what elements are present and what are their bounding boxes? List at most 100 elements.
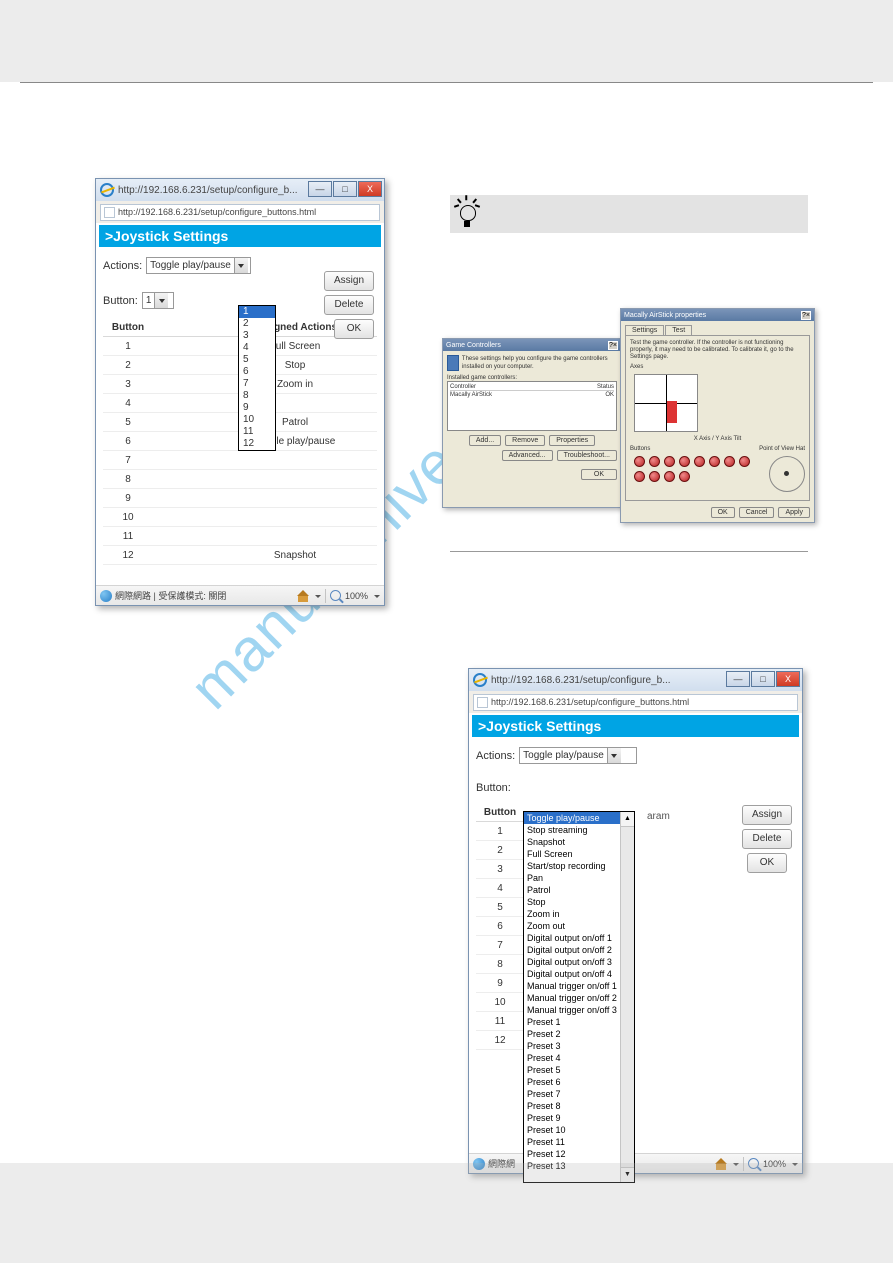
dialog-titlebar[interactable]: Macally AirStick properties ?× [621,309,814,321]
chevron-down-icon[interactable] [372,591,380,601]
remove-button[interactable]: Remove [505,435,545,446]
properties-button[interactable]: Properties [549,435,595,446]
dropdown-item[interactable]: Pan [524,872,620,884]
ok-button[interactable]: OK [711,507,735,518]
table-row[interactable]: 12 [476,1031,524,1050]
dropdown-item[interactable]: 10 [239,414,275,426]
dropdown-item[interactable]: Preset 4 [524,1052,620,1064]
titlebar[interactable]: http://192.168.6.231/setup/configure_b..… [469,669,802,691]
tab-settings[interactable]: Settings [625,325,664,335]
titlebar[interactable]: http://192.168.6.231/setup/configure_b..… [96,179,384,201]
ok-button[interactable]: OK [334,319,374,339]
dropdown-item[interactable]: 11 [239,426,275,438]
dropdown-item[interactable]: Toggle play/pause [524,812,620,824]
dropdown-item[interactable]: 7 [239,378,275,390]
add-button[interactable]: Add... [469,435,501,446]
chevron-down-icon[interactable] [313,591,321,601]
dropdown-item[interactable]: Preset 11 [524,1136,620,1148]
dropdown-item[interactable]: Preset 8 [524,1100,620,1112]
dropdown-item[interactable]: Preset 5 [524,1064,620,1076]
cancel-button[interactable]: Cancel [739,507,775,518]
scrollbar[interactable] [620,812,634,1182]
dialog-titlebar[interactable]: Game Controllers ?× [443,339,621,351]
dropdown-item[interactable]: Start/stop recording [524,860,620,872]
dropdown-item[interactable]: Patrol [524,884,620,896]
dropdown-item[interactable]: Preset 7 [524,1088,620,1100]
dropdown-item[interactable]: Preset 6 [524,1076,620,1088]
table-row[interactable]: 12Snapshot [103,546,377,565]
dropdown-item[interactable]: Preset 9 [524,1112,620,1124]
dropdown-item[interactable]: Preset 10 [524,1124,620,1136]
controller-list[interactable]: Controller Status Macally AirStick OK [447,381,617,431]
table-row[interactable]: 5 [476,898,524,917]
dropdown-item[interactable]: Digital output on/off 1 [524,932,620,944]
dropdown-item[interactable]: 4 [239,342,275,354]
dropdown-item[interactable]: Zoom out [524,920,620,932]
troubleshoot-button[interactable]: Troubleshoot... [557,450,617,461]
dropdown-item[interactable]: Digital output on/off 2 [524,944,620,956]
table-row[interactable]: 10 [103,508,377,527]
dropdown-item[interactable]: Full Screen [524,848,620,860]
table-row[interactable]: 9 [476,974,524,993]
advanced-button[interactable]: Advanced... [502,450,553,461]
dropdown-item[interactable]: Stop [524,896,620,908]
dropdown-item[interactable]: 5 [239,354,275,366]
table-row[interactable]: 11 [476,1012,524,1031]
dropdown-item[interactable]: Preset 3 [524,1040,620,1052]
table-row[interactable]: 8 [476,955,524,974]
dropdown-item[interactable]: 2 [239,318,275,330]
table-row[interactable]: 3 [476,860,524,879]
assign-button[interactable]: Assign [324,271,374,291]
table-row[interactable]: 9 [103,489,377,508]
tab-test[interactable]: Test [665,325,692,335]
dropdown-item[interactable]: Zoom in [524,908,620,920]
table-row[interactable]: 8 [103,470,377,489]
close-button[interactable]: X [776,671,800,687]
dropdown-item[interactable]: 12 [239,438,275,450]
ok-button[interactable]: OK [581,469,617,480]
delete-button[interactable]: Delete [742,829,792,849]
button-number-dropdown[interactable]: 123456789101112 [238,305,276,451]
dropdown-item[interactable]: Manual trigger on/off 2 [524,992,620,1004]
dropdown-item[interactable]: Manual trigger on/off 3 [524,1004,620,1016]
dropdown-item[interactable]: Manual trigger on/off 1 [524,980,620,992]
maximize-button[interactable]: □ [333,181,357,197]
minimize-button[interactable]: — [726,671,750,687]
table-row[interactable]: 2 [476,841,524,860]
maximize-button[interactable]: □ [751,671,775,687]
button-select[interactable]: 1 [142,292,174,309]
close-icon[interactable]: ?× [801,311,811,320]
dropdown-item[interactable]: 8 [239,390,275,402]
dropdown-item[interactable]: 1 [239,306,275,318]
home-icon[interactable] [297,590,309,602]
dropdown-item[interactable]: Stop streaming [524,824,620,836]
table-row[interactable]: 10 [476,993,524,1012]
close-icon[interactable]: ?× [608,341,618,350]
address-field[interactable]: http://192.168.6.231/setup/configure_but… [100,204,380,221]
ok-button[interactable]: OK [747,853,787,873]
dropdown-item[interactable]: Preset 12 [524,1148,620,1160]
zoom-icon[interactable] [330,590,341,601]
dropdown-item[interactable]: Digital output on/off 4 [524,968,620,980]
dropdown-item[interactable]: 6 [239,366,275,378]
actions-dropdown[interactable]: Toggle play/pauseStop streamingSnapshotF… [523,811,635,1183]
assign-button[interactable]: Assign [742,805,792,825]
dropdown-item[interactable]: Snapshot [524,836,620,848]
table-row[interactable]: 1 [476,822,524,841]
table-row[interactable]: 7 [476,936,524,955]
dropdown-item[interactable]: Preset 1 [524,1016,620,1028]
table-row[interactable]: 4 [476,879,524,898]
apply-button[interactable]: Apply [778,507,810,518]
dropdown-item[interactable]: Preset 2 [524,1028,620,1040]
table-row[interactable]: 7 [103,451,377,470]
actions-select[interactable]: Toggle play/pause [519,747,637,764]
minimize-button[interactable]: — [308,181,332,197]
table-row[interactable]: 11 [103,527,377,546]
address-field[interactable]: http://192.168.6.231/setup/configure_but… [473,694,798,711]
close-button[interactable]: X [358,181,382,197]
dropdown-item[interactable]: Digital output on/off 3 [524,956,620,968]
dropdown-item[interactable]: 9 [239,402,275,414]
dropdown-item[interactable]: 3 [239,330,275,342]
delete-button[interactable]: Delete [324,295,374,315]
table-row[interactable]: 6 [476,917,524,936]
